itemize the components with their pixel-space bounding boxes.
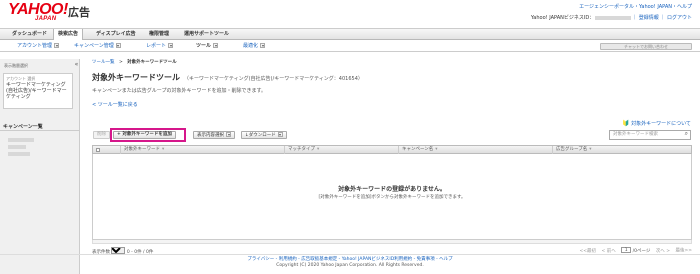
chevron-down-icon[interactable] [54, 43, 60, 48]
download-label: ↓ダウンロード [245, 133, 276, 138]
column-match-type-label: マッチタイプ [288, 147, 315, 152]
breadcrumb: ツール一覧 > 対象外キーワードツール [92, 59, 177, 65]
subnav-report[interactable]: レポート [146, 40, 174, 52]
sidebar-collapse-button[interactable]: « [73, 61, 80, 69]
empty-state-hint: [対象外キーワードを追加]ボタンから対象外キーワードを追加できます。 [318, 195, 466, 200]
chevron-down-icon[interactable] [260, 43, 266, 48]
download-button[interactable]: ↓ダウンロード [241, 131, 287, 139]
logo-product: 広告 [68, 6, 90, 19]
user-links[interactable]: ｜ 登録情報 ｜ ログアウト [632, 15, 692, 21]
page-number-input[interactable]: 1 [621, 247, 632, 253]
subnav-account[interactable]: アカウント管理 [17, 40, 60, 52]
page-title: 対象外キーワードツール （キーワードマーケティング(自社広告)/キーワードマーケテ… [92, 72, 363, 83]
tab-display-ads[interactable]: ディスプレイ広告 [92, 29, 140, 40]
subnav-report-label: レポート [146, 43, 167, 49]
column-ad-group-label: 広告グループ名 [556, 147, 588, 152]
page-title-text: 対象外キーワードツール [92, 73, 180, 82]
page-nav: <<最初 < 前へ 1 /0ページ 次へ > 最後>> [580, 247, 692, 254]
next-page-link[interactable]: 次へ > [656, 249, 670, 254]
campaign-item[interactable] [8, 145, 26, 149]
redacted-user-id [595, 15, 632, 20]
sort-icon: ▾ [589, 147, 592, 152]
select-all-checkbox[interactable] [96, 148, 100, 152]
column-keyword[interactable]: 対象外キーワード ▾ [120, 146, 164, 154]
delete-button[interactable]: 削除 [93, 131, 110, 139]
breadcrumb-tools-link[interactable]: ツール一覧 [92, 60, 115, 65]
footer-divider [0, 254, 700, 255]
account-selector[interactable]: アカウント 選択 キーワードマーケティング(自社広告)/キーワードマーケティング [3, 73, 73, 109]
table-body: 対象外キーワードの登録がありません。 [対象外キーワードを追加]ボタンから対象外… [92, 154, 692, 240]
subnav-optimize[interactable]: 最適化 [243, 40, 266, 52]
column-campaign-label: キャンペーン名 [402, 147, 434, 152]
campaign-item[interactable] [8, 138, 34, 142]
sort-icon: ▾ [162, 147, 165, 152]
keyword-search-input[interactable]: 対象外キーワード検索 ⌕ [609, 130, 691, 140]
user-id-label: Yahoo! JAPANビジネスID： [530, 15, 595, 21]
divider [0, 130, 80, 131]
column-match-type[interactable]: マッチタイプ ▾ [284, 146, 319, 154]
campaign-list-header: キャンペーン一覧 [3, 124, 43, 130]
page-total: /0ページ [632, 248, 651, 254]
column-campaign[interactable]: キャンペーン名 ▾ [398, 146, 438, 154]
view-options-label: 表示内容選択 [197, 133, 224, 138]
view-options-button[interactable]: 表示内容選択 [193, 131, 235, 139]
chevron-down-icon[interactable] [213, 43, 219, 48]
prev-page-link[interactable]: < 前へ [602, 249, 616, 254]
sub-nav: アカウント管理 キャンペーン管理 レポート ツール 最適化 [0, 40, 700, 52]
search-icon[interactable]: ⌕ [685, 130, 688, 138]
subnav-tools-label: ツール [196, 43, 212, 49]
subnav-campaign-label: キャンペーン管理 [74, 43, 114, 49]
account-info: （キーワードマーケティング(自社広告)/キーワードマーケティング：401654） [184, 76, 363, 82]
empty-state-title: 対象外キーワードの登録がありません。 [338, 186, 446, 193]
per-page-select[interactable]: 20件 [111, 247, 126, 254]
subnav-tools[interactable]: ツール [196, 40, 219, 52]
sidebar-section-label: 表示階層選択 [4, 63, 28, 68]
chevron-down-icon[interactable] [168, 43, 174, 48]
breadcrumb-current: 対象外キーワードツール [127, 60, 177, 65]
user-info: Yahoo! JAPANビジネスID： ｜ 登録情報 ｜ ログアウト [531, 14, 692, 21]
back-to-tools-link[interactable]: < ツール一覧に戻る [92, 101, 138, 108]
logo-sub: JAPAN [35, 16, 57, 22]
main-tabs: ダッシュボード 検索広告 ディスプレイ広告 権限管理 運用サポートツール [0, 28, 700, 41]
footer-links[interactable]: プライバシー - 利用規約 - 広告取扱基本規定 - Yahoo! JAPANビ… [0, 256, 700, 262]
account-name: キーワードマーケティング(自社広告)/キーワードマーケティング [6, 82, 67, 100]
tab-dashboard[interactable]: ダッシュボード [8, 29, 51, 40]
horizontal-scrollbar[interactable] [92, 240, 692, 244]
about-negative-keywords-link[interactable]: 🔰 対象外キーワードについて [622, 120, 691, 127]
subnav-optimize-label: 最適化 [243, 43, 259, 49]
page-description: キャンペーンまたは広告グループの対象外キーワードを追加・削除できます。 [92, 88, 266, 94]
beginner-mark-icon: 🔰 [622, 120, 630, 127]
chat-support-button[interactable]: チャットでお問い合わせ [600, 43, 692, 50]
add-negative-keyword-button[interactable]: + 対象外キーワードを追加 [113, 131, 176, 139]
tab-permissions[interactable]: 権限管理 [145, 29, 173, 40]
first-page-link[interactable]: <<最初 [580, 249, 597, 254]
subnav-campaign[interactable]: キャンペーン管理 [74, 40, 121, 52]
column-ad-group[interactable]: 広告グループ名 ▾ [552, 146, 592, 154]
campaign-item[interactable] [8, 152, 30, 156]
column-keyword-label: 対象外キーワード [124, 147, 160, 152]
copyright: Copyright (C) 2020 Yahoo Japan Corporati… [276, 263, 424, 268]
sidebar: 表示階層選択 アカウント 選択 キーワードマーケティング(自社広告)/キーワード… [0, 59, 80, 274]
about-link-text[interactable]: 対象外キーワードについて [631, 121, 691, 127]
search-placeholder: 対象外キーワード検索 [613, 132, 658, 137]
sort-icon: ▾ [317, 147, 320, 152]
sort-icon: ▾ [435, 147, 438, 152]
subnav-account-label: アカウント管理 [17, 43, 53, 49]
yahoo-logo[interactable]: YAHOO! JAPAN 広告 [8, 2, 90, 23]
breadcrumb-separator: > [118, 60, 123, 65]
chevron-down-icon [277, 132, 283, 137]
header-top-links[interactable]: エージェンシーポータル・Yahoo! JAPAN・ヘルプ [579, 3, 692, 10]
chevron-down-icon [226, 132, 231, 137]
table-header: 対象外キーワード ▾ マッチタイプ ▾ キャンペーン名 ▾ 広告グループ名 ▾ [92, 145, 692, 154]
chevron-down-icon[interactable] [115, 43, 121, 48]
tab-support-tools[interactable]: 運用サポートツール [180, 29, 233, 40]
last-page-link[interactable]: 最後>> [675, 249, 692, 254]
